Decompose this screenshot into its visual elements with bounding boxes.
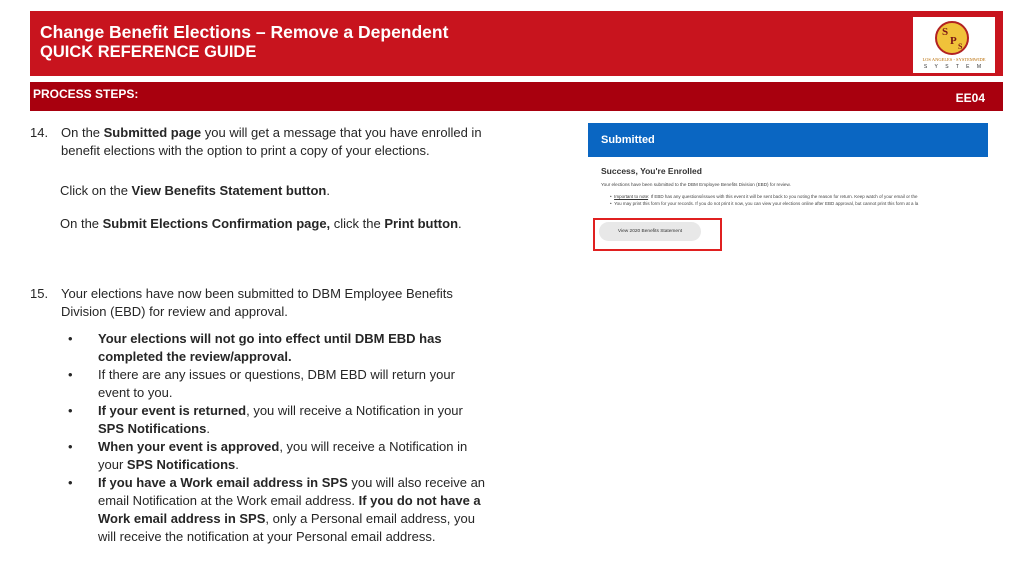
page-subtitle: QUICK REFERENCE GUIDE xyxy=(40,43,257,61)
step-number: 15. xyxy=(30,286,49,301)
process-steps-bar: PROCESS STEPS: EE04 xyxy=(30,82,1003,111)
submitted-message: Your elections have been submitted to th… xyxy=(601,182,791,187)
print-note: • You may print this form for your recor… xyxy=(610,201,919,206)
important-note: • Important to note: If EBD has any ques… xyxy=(610,194,918,199)
list-item: • If you have a Work email address in SPS… xyxy=(68,475,486,544)
logo-system-text: S Y S T E M xyxy=(923,64,985,70)
process-steps-label: PROCESS STEPS: xyxy=(33,87,139,101)
list-item: • When your event is approved, you will r… xyxy=(68,439,468,472)
view-benefits-statement-button[interactable]: View 2020 Benefits Statement xyxy=(599,222,701,241)
step-number: 14. xyxy=(30,125,49,140)
sps-logo: S P S LOS ANGELES - SYSTEMWIDE S Y S T E… xyxy=(913,17,995,73)
submitted-title: Submitted xyxy=(601,134,655,146)
list-item: • Your elections will not go into effect … xyxy=(68,331,442,364)
step-14-click-line: Click on the View Benefits Statement but… xyxy=(60,183,330,198)
submitted-header-bar: Submitted xyxy=(588,123,988,157)
submitted-page-screenshot: Submitted Success, You're Enrolled Your … xyxy=(588,123,989,256)
step-15-bullets: • Your elections will not go into effect … xyxy=(68,330,488,546)
process-code: EE04 xyxy=(955,91,985,105)
logo-seal-icon: S P S xyxy=(935,21,969,55)
success-heading: Success, You're Enrolled xyxy=(601,166,702,176)
step-14-print-line: On the Submit Elections Confirmation pag… xyxy=(60,216,462,231)
list-item: • If your event is returned, you will rec… xyxy=(68,403,463,436)
logo-text: LOS ANGELES - SYSTEMWIDE xyxy=(922,57,986,62)
page-title: Change Benefit Elections – Remove a Depe… xyxy=(40,22,449,42)
step-text: On the Submitted page you will get a mes… xyxy=(61,125,482,158)
step-text: Your elections have now been submitted t… xyxy=(61,286,453,319)
list-item: • If there are any issues or questions, D… xyxy=(68,367,455,400)
header-banner: Change Benefit Elections – Remove a Depe… xyxy=(30,11,1003,76)
